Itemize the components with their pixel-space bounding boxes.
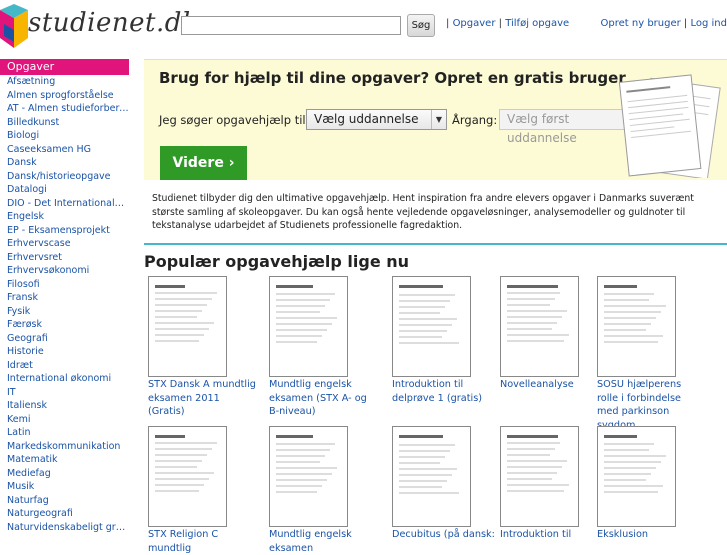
sidebar-item[interactable]: Idræt <box>0 359 129 373</box>
sidebar-item[interactable]: Musik <box>0 480 129 494</box>
sidebar: Opgaver Afsætning Almen sprogforståelse AT… <box>0 59 129 534</box>
nav-link-opgaver[interactable]: Opgaver <box>453 18 496 29</box>
sidebar-item[interactable]: Mediefag <box>0 467 129 481</box>
separator: | <box>498 18 503 29</box>
signup-promo: Brug for hjælp til dine opgaver? Opret e… <box>144 59 727 180</box>
document-title-link[interactable]: SOSU hjælperens rolle i forbindelse med … <box>597 378 705 432</box>
document-title-link[interactable]: Decubitus (på dansk: <box>392 528 500 542</box>
sidebar-item[interactable]: International økonomi <box>0 372 129 386</box>
search-button[interactable]: Søg <box>407 14 435 37</box>
document-title-link[interactable]: Mundtlig engelsk eksamen <box>269 528 377 555</box>
sidebar-item[interactable]: Færøsk <box>0 318 129 332</box>
sidebar-item[interactable]: Markedskommunikation <box>0 440 129 454</box>
document-title-link[interactable]: STX Dansk A mundtlig eksamen 2011 (Grati… <box>148 378 256 419</box>
top-nav: | Opgaver | Tilføj opgave <box>446 18 569 29</box>
sidebar-item[interactable]: Naturvidenskabeligt grun... <box>0 521 129 535</box>
sidebar-item[interactable]: Kemi <box>0 413 129 427</box>
document-thumbnail[interactable] <box>269 276 348 377</box>
sidebar-item[interactable]: DIO - Det Internationale... <box>0 197 129 211</box>
sidebar-item[interactable]: EP - Eksamensprojekt <box>0 224 129 238</box>
document-thumbnail[interactable] <box>500 426 579 527</box>
popular-title: Populær opgavehjælp lige nu <box>144 252 410 271</box>
sidebar-item[interactable]: Naturgeografi <box>0 507 129 521</box>
document-thumbnail[interactable] <box>597 426 676 527</box>
year-label: Årgang: <box>452 113 498 127</box>
nav-link-tilfoej-opgave[interactable]: Tilføj opgave <box>505 18 569 29</box>
separator: | <box>683 18 688 29</box>
logo[interactable]: studienet.dk <box>0 4 198 52</box>
logo-text: studienet.dk <box>28 8 199 38</box>
sidebar-item[interactable]: Latin <box>0 426 129 440</box>
sidebar-item[interactable]: Matematik <box>0 453 129 467</box>
document-title-link[interactable]: Introduktion til <box>500 528 608 542</box>
login-link[interactable]: Log ind <box>690 18 727 29</box>
document-title-link[interactable]: Eksklusion <box>597 528 705 542</box>
sidebar-item[interactable]: Filosofi <box>0 278 129 292</box>
document-title-link[interactable]: Novelleanalyse <box>500 378 608 392</box>
sidebar-item[interactable]: IT <box>0 386 129 400</box>
document-thumbnail[interactable] <box>500 276 579 377</box>
search-input[interactable] <box>181 16 401 35</box>
intro-text: Studienet tilbyder dig den ultimative op… <box>152 193 694 231</box>
sidebar-list: Afsætning Almen sprogforståelse AT - Almen… <box>0 75 129 534</box>
education-select[interactable]: Vælg uddannelse ▼ <box>306 109 447 130</box>
education-label: Jeg søger opgavehjælp til: <box>159 113 310 127</box>
document-title-link[interactable]: Mundtlig engelsk eksamen (STX A- og B-ni… <box>269 378 377 419</box>
education-select-value: Vælg uddannelse <box>314 112 419 126</box>
document-thumbnail[interactable] <box>148 276 227 377</box>
sidebar-item[interactable]: Erhvervscase <box>0 237 129 251</box>
sidebar-item[interactable]: Naturfag <box>0 494 129 508</box>
sidebar-item[interactable]: AT - Almen studieforbere... <box>0 102 129 116</box>
sidebar-item[interactable]: Erhvervsret <box>0 251 129 265</box>
sidebar-item[interactable]: Billedkunst <box>0 116 129 130</box>
document-stack-image <box>618 74 721 178</box>
sidebar-item[interactable]: Dansk/historieopgave <box>0 170 129 184</box>
sidebar-item[interactable]: Erhvervsøkonomi <box>0 264 129 278</box>
sidebar-item[interactable]: Historie <box>0 345 129 359</box>
document-thumbnail[interactable] <box>597 276 676 377</box>
document-title-link[interactable]: STX Religion C mundtlig <box>148 528 256 555</box>
promo-title: Brug for hjælp til dine opgaver? Opret e… <box>159 69 626 87</box>
document-thumbnail[interactable] <box>392 426 471 527</box>
sidebar-item[interactable]: Geografi <box>0 332 129 346</box>
register-link[interactable]: Opret ny bruger <box>601 18 681 29</box>
sidebar-item[interactable]: Engelsk <box>0 210 129 224</box>
divider <box>144 243 727 245</box>
sidebar-title[interactable]: Opgaver <box>0 59 129 75</box>
chevron-down-icon: ▼ <box>431 110 446 129</box>
sidebar-item[interactable]: Fransk <box>0 291 129 305</box>
logo-icon <box>0 4 28 48</box>
document-title-link[interactable]: Introduktion til delprøve 1 (gratis) <box>392 378 500 405</box>
sidebar-item[interactable]: Biologi <box>0 129 129 143</box>
continue-button[interactable]: Videre › <box>160 146 247 180</box>
document-thumbnail[interactable] <box>269 426 348 527</box>
year-select-value: Vælg først uddannelse <box>507 112 577 145</box>
sidebar-item[interactable]: Afsætning <box>0 75 129 89</box>
sidebar-item[interactable]: Almen sprogforståelse <box>0 89 129 103</box>
sidebar-item[interactable]: Datalogi <box>0 183 129 197</box>
sidebar-item[interactable]: Dansk <box>0 156 129 170</box>
document-thumbnail[interactable] <box>392 276 471 377</box>
sidebar-item[interactable]: Fysik <box>0 305 129 319</box>
sidebar-item[interactable]: Caseeksamen HG <box>0 143 129 157</box>
sidebar-item[interactable]: Italiensk <box>0 399 129 413</box>
separator: | <box>446 18 450 29</box>
document-thumbnail[interactable] <box>148 426 227 527</box>
user-nav: Opret ny bruger | Log ind <box>601 18 727 29</box>
